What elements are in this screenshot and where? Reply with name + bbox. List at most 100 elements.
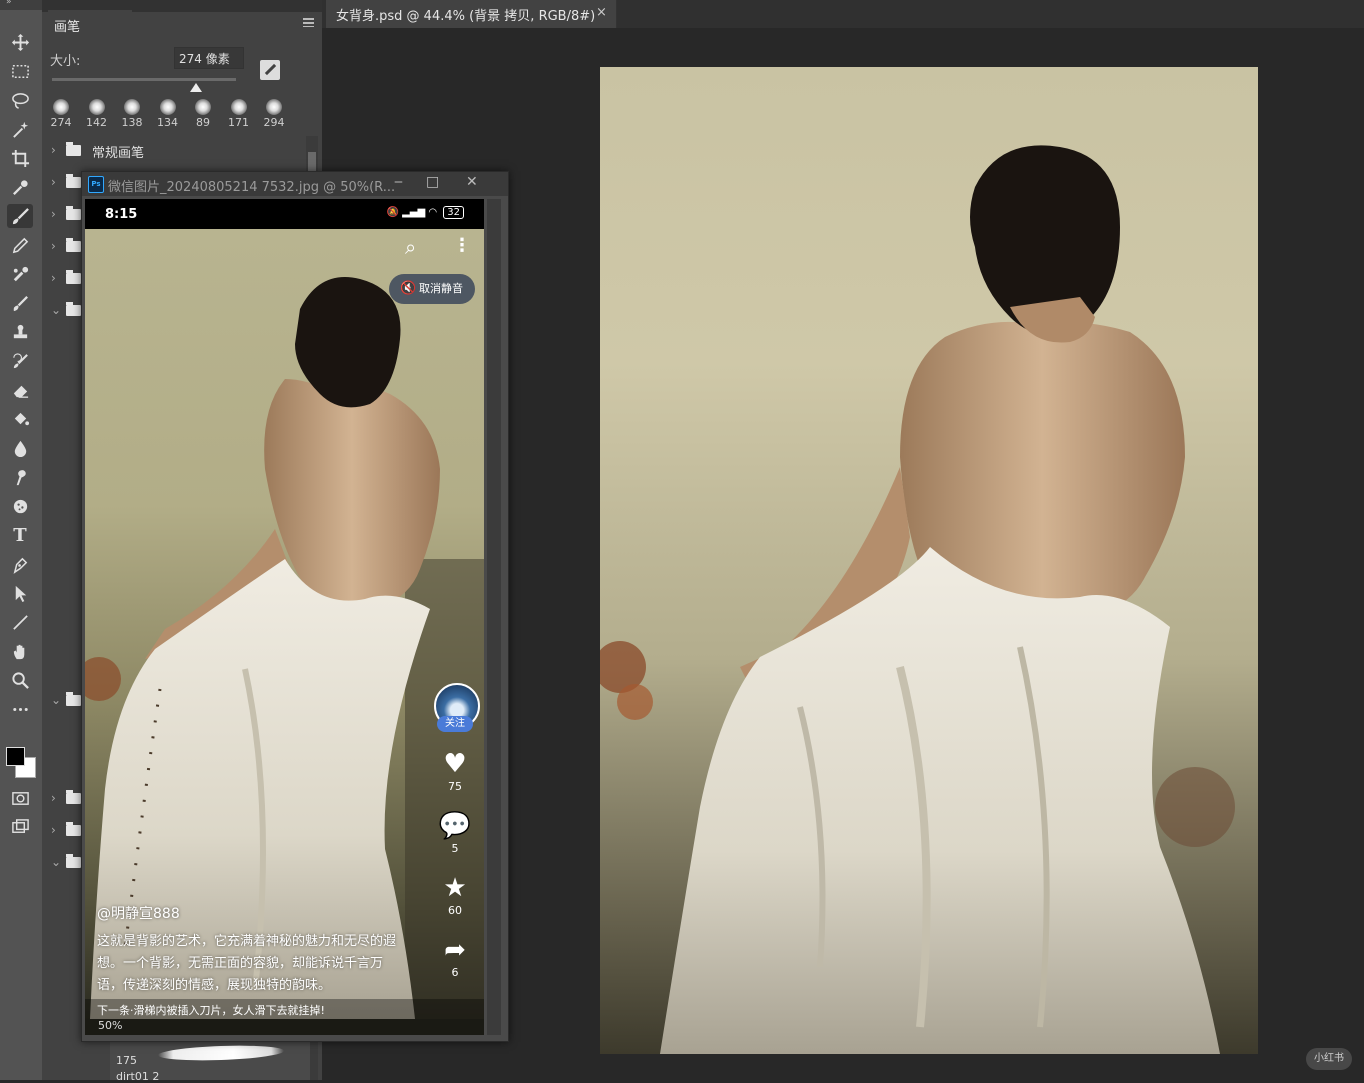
post-text: 这就是背影的艺术，它充满着神秘的魅力和无尽的遐想。一个背影，无需正面的容貌，却能… <box>97 934 397 993</box>
share-count: 6 <box>451 966 459 979</box>
type-icon: T <box>13 524 27 546</box>
brush-preset[interactable]: 294 <box>257 96 291 130</box>
zoom-tool[interactable] <box>7 668 33 692</box>
unmute-button[interactable]: 🔇 取消静音 <box>389 274 475 304</box>
brush-preset[interactable]: 138 <box>115 96 149 130</box>
floating-document-window[interactable]: Ps 微信图片_20240805214 7532.jpg @ 50%(R... … <box>81 171 509 1042</box>
brush-preset[interactable]: 142 <box>80 96 114 130</box>
line-tool[interactable] <box>7 610 33 634</box>
history-brush-tool[interactable] <box>7 349 33 373</box>
canvas-image[interactable] <box>600 67 1258 1054</box>
eyedropper-tool[interactable] <box>7 175 33 199</box>
eraser-tool[interactable] <box>7 378 33 402</box>
next-video-text: 下一条·滑梯内被插入刀片，女人滑下去就挂掉! <box>97 1004 325 1017</box>
window-scrollbar[interactable] <box>487 199 501 1035</box>
blur-tool[interactable] <box>7 436 33 460</box>
toolbar-grip[interactable]: » <box>0 0 42 10</box>
spot-heal-tool[interactable] <box>7 262 33 286</box>
more-vertical-icon[interactable]: ⋮ <box>453 235 471 256</box>
clone-stamp-icon <box>13 324 27 338</box>
hand-icon <box>13 644 24 659</box>
brush-tip-icon <box>124 99 140 115</box>
type-tool[interactable]: T <box>7 523 33 547</box>
sponge-tool[interactable] <box>7 494 33 518</box>
mixer-brush-tool[interactable] <box>7 291 33 315</box>
folder-icon <box>66 270 81 284</box>
like-button[interactable]: ♥ 75 <box>433 749 477 793</box>
brush-preset[interactable]: 89 <box>186 96 220 130</box>
next-video-bar[interactable]: 下一条·滑梯内被插入刀片，女人滑下去就挂掉! <box>85 999 484 1019</box>
paint-bucket-tool[interactable] <box>7 407 33 431</box>
path-select-tool[interactable] <box>7 581 33 605</box>
lasso-tool[interactable] <box>7 88 33 112</box>
marquee-tool[interactable] <box>7 59 33 83</box>
follow-button[interactable]: 关注 <box>437 716 473 732</box>
crop-tool[interactable] <box>7 146 33 170</box>
brush-preset-size: 142 <box>86 116 107 129</box>
sponge-icon <box>13 499 27 513</box>
close-icon[interactable]: × <box>596 5 607 20</box>
move-tool[interactable] <box>7 30 33 54</box>
foreground-color-swatch[interactable] <box>6 747 25 766</box>
folder-icon <box>66 142 81 156</box>
window-title: 微信图片_20240805214 7532.jpg @ 50%(R... <box>108 180 396 195</box>
pen-icon <box>13 557 27 574</box>
size-slider-track[interactable] <box>52 78 236 81</box>
window-titlebar[interactable]: Ps 微信图片_20240805214 7532.jpg @ 50%(R... … <box>82 172 508 196</box>
more-tools[interactable] <box>7 697 33 721</box>
document-tab[interactable]: 女背身.psd @ 44.4% (背景 拷贝, RGB/8#) × <box>326 0 617 28</box>
post-caption: @明静宣888 这就是背影的艺术，它充满着神秘的魅力和无尽的遐想。一个背影，无需… <box>97 903 407 997</box>
document-tab-title: 女背身.psd @ 44.4% (背景 拷贝, RGB/8#) <box>336 9 596 24</box>
phone-photo-figure <box>85 277 484 1019</box>
post-username[interactable]: @明静宣888 <box>97 903 407 925</box>
lasso-icon <box>11 92 29 109</box>
brush-tip-icon <box>53 99 69 115</box>
brush-tab-label: 画笔 <box>54 20 81 35</box>
brush-tip-icon <box>88 99 105 115</box>
brush-tool[interactable] <box>7 204 33 228</box>
search-icon[interactable]: ⌕ <box>405 235 416 259</box>
size-slider-thumb[interactable] <box>190 83 202 92</box>
magic-wand-tool[interactable] <box>7 117 33 141</box>
brush-size-value: 175 <box>116 1054 137 1067</box>
wifi-icon: ◠ <box>428 207 438 218</box>
comment-button[interactable]: 💬 5 <box>433 811 477 855</box>
brush-preset-size: 294 <box>263 116 285 129</box>
pencil-tool[interactable] <box>7 233 33 257</box>
folder-label: 常规画笔 <box>92 146 145 161</box>
screen-mode-button[interactable] <box>7 815 33 839</box>
panel-menu-icon[interactable] <box>303 18 314 27</box>
minimize-icon[interactable]: ‒ <box>394 174 403 190</box>
close-icon[interactable]: ✕ <box>466 174 478 190</box>
clone-stamp-tool[interactable] <box>7 320 33 344</box>
maximize-icon[interactable]: □ <box>426 174 439 190</box>
favorite-button[interactable]: ★ 60 <box>433 873 477 917</box>
folder-icon <box>66 238 81 252</box>
chevron-right-icon: › <box>51 791 56 805</box>
brush-preset[interactable]: 274 <box>44 96 78 130</box>
brush-folder-general[interactable]: › 常规画笔 <box>42 136 308 166</box>
share-button[interactable]: ➦ 6 <box>433 935 477 979</box>
chevron-down-icon: ⌄ <box>51 693 62 707</box>
brush-preset[interactable]: 171 <box>222 96 256 130</box>
chevron-right-icon: › <box>51 175 56 189</box>
brush-preset-size: 138 <box>121 116 143 129</box>
smudge-tool[interactable] <box>7 465 33 489</box>
comment-count: 5 <box>451 842 459 855</box>
pen-tool[interactable] <box>7 552 33 576</box>
speaker-mute-icon: 🔇 <box>400 281 417 296</box>
phone-status-bar: 8:15 🔕 ▂▄▆ ◠ 32 <box>85 199 484 229</box>
painting-figure <box>600 145 1235 1054</box>
more-icon <box>12 707 28 711</box>
folder-open-icon <box>66 692 81 706</box>
quick-mask-button[interactable] <box>7 786 33 810</box>
eraser-icon <box>13 385 28 398</box>
hand-tool[interactable] <box>7 639 33 663</box>
brush-preset-item[interactable]: 175 dirt01 2 <box>110 1038 310 1083</box>
chevron-right-icon: › <box>51 143 56 157</box>
brush-preset[interactable]: 134 <box>151 96 185 130</box>
size-input[interactable]: 274 像素 <box>174 47 244 69</box>
brush-preset-size: 274 <box>50 116 72 129</box>
new-brush-icon[interactable] <box>260 60 280 80</box>
chevron-down-icon: ⌄ <box>51 855 62 869</box>
